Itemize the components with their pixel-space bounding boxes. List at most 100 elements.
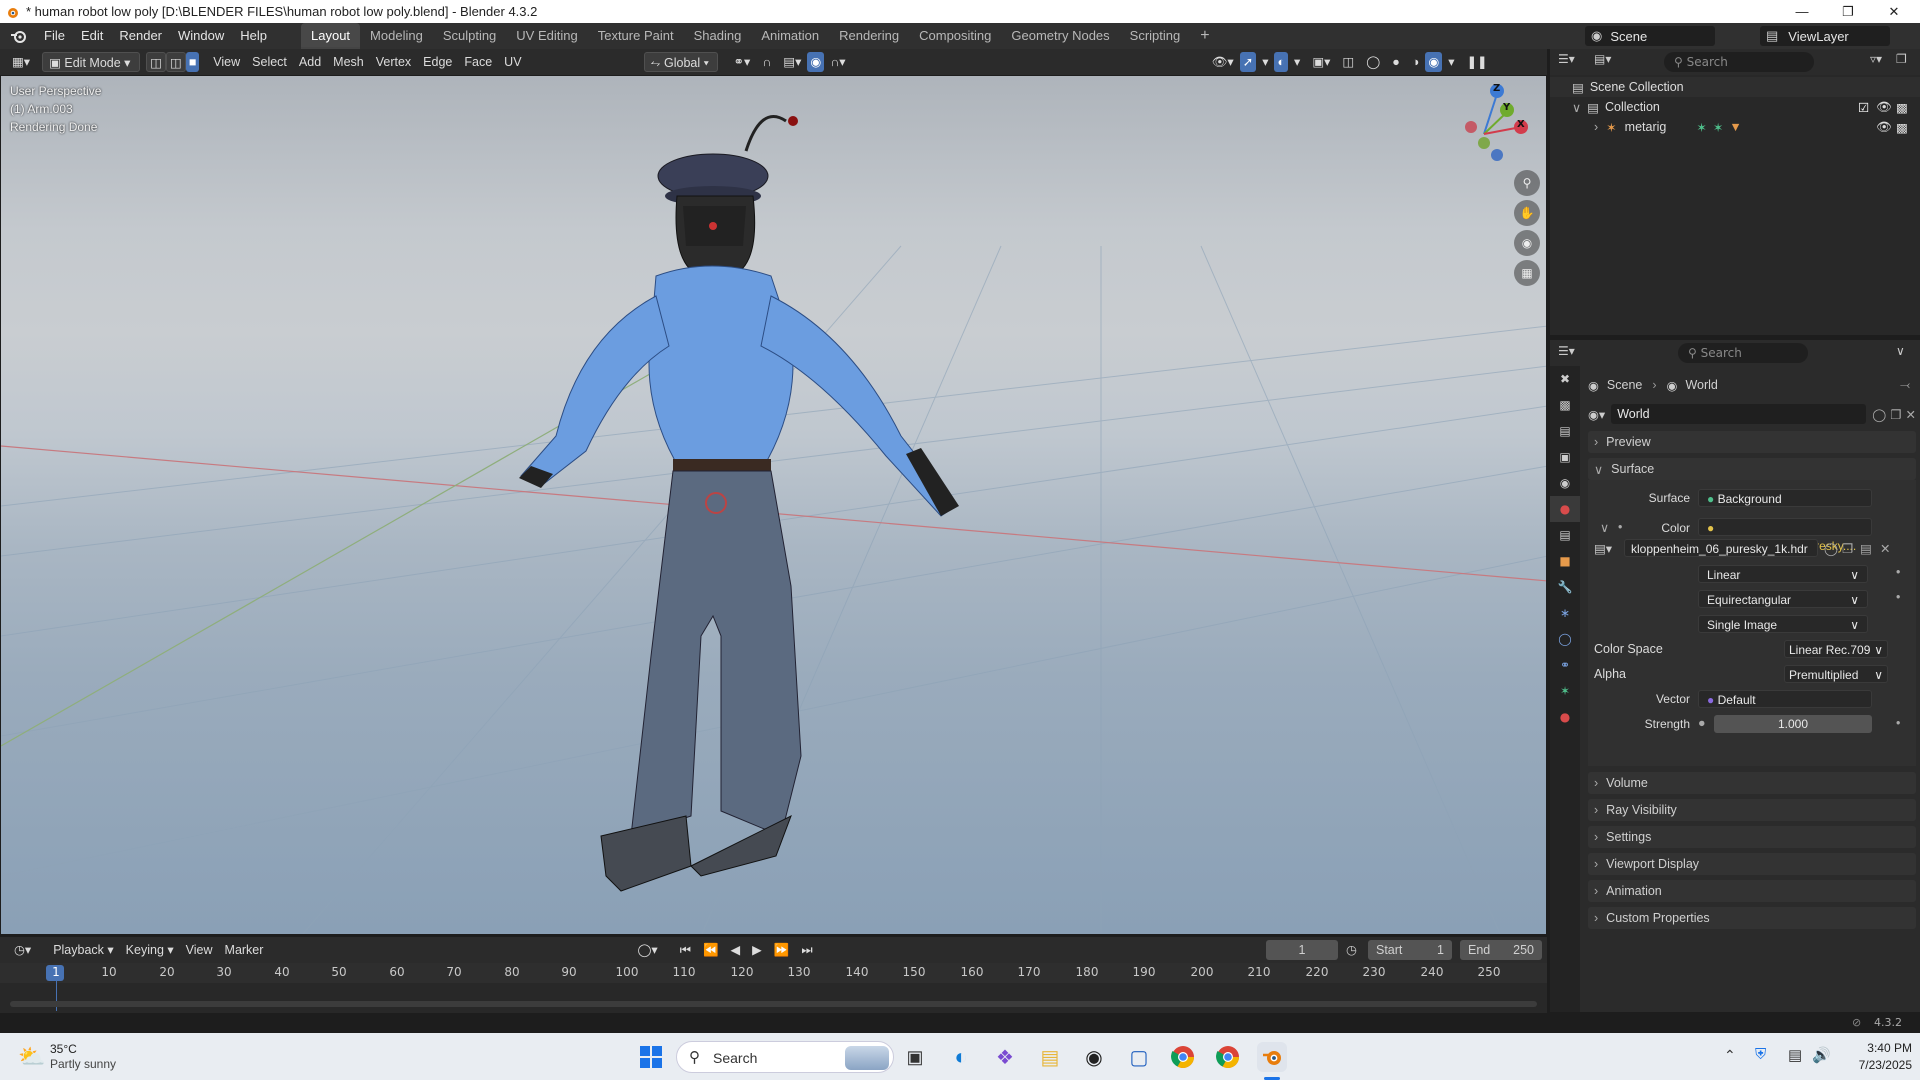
physics-tab-icon[interactable]: ◯ — [1550, 626, 1580, 652]
chrome-profile-icon[interactable] — [1213, 1042, 1243, 1072]
menu-window[interactable]: Window — [170, 23, 232, 49]
add-workspace-icon[interactable]: + — [1190, 23, 1219, 49]
proportional-edit-icon[interactable]: ◉ — [807, 52, 825, 72]
camera-icon[interactable]: ▩ — [1896, 120, 1908, 135]
transform-orientation[interactable]: ⥊ Global ▾ — [643, 52, 718, 72]
copilot-icon[interactable]: ❖ — [990, 1042, 1020, 1072]
close-button[interactable]: ✕ — [1871, 0, 1917, 23]
scene-selector[interactable]: ◉ Scene — [1585, 26, 1715, 46]
panel-surface[interactable]: ∨ Surface — [1588, 458, 1916, 480]
weather-temp[interactable]: 35°C — [50, 1042, 77, 1056]
object-tab-icon[interactable]: ■ — [1550, 548, 1580, 574]
chevron-down-icon[interactable]: ∨ — [1896, 344, 1905, 358]
tab-animation[interactable]: Animation — [751, 23, 829, 49]
maximize-button[interactable]: ❐ — [1825, 0, 1871, 23]
duplicate-icon[interactable]: ❐ — [1842, 541, 1853, 556]
jump-end-icon[interactable]: ⏭ — [795, 940, 818, 960]
alpha-dropdown[interactable]: Premultiplied ∨ — [1784, 665, 1888, 683]
pause-render-icon[interactable]: ❚❚ — [1461, 52, 1494, 72]
mesh-overlay-icon[interactable]: ▣▾ — [1306, 52, 1336, 72]
panel-viewport-display[interactable]: › Viewport Display — [1588, 853, 1916, 875]
snap-target-icon[interactable]: ▤▾ — [777, 52, 807, 72]
3d-viewport[interactable]: User Perspective (1) Arm.003 Rendering D… — [0, 75, 1547, 935]
menu-add[interactable]: Add — [293, 52, 327, 72]
tab-geometry-nodes[interactable]: Geometry Nodes — [1001, 23, 1119, 49]
editor-type-icon[interactable]: ▦▾ — [6, 52, 36, 72]
outliner-editor-icon[interactable]: ☰▾ — [1558, 52, 1575, 66]
gizmo-toggle-icon[interactable]: ➚ — [1239, 52, 1257, 72]
outliner-row-metarig[interactable]: › ✶ metarig ✶ ✶ ▼ 👁 ▩ — [1550, 117, 1920, 137]
menu-mesh[interactable]: Mesh — [327, 52, 370, 72]
tool-tab-icon[interactable]: ✖ — [1550, 366, 1580, 392]
display-mode-icon[interactable]: ▤▾ — [1594, 52, 1611, 66]
panel-preview[interactable]: › Preview — [1588, 431, 1916, 453]
chevron-up-icon[interactable]: ⌃ — [1724, 1047, 1736, 1064]
end-frame-field[interactable]: End 250 — [1460, 940, 1542, 960]
menu-file[interactable]: File — [36, 23, 73, 49]
snap-icon[interactable]: ∩ — [756, 52, 777, 72]
tab-sculpting[interactable]: Sculpting — [433, 23, 506, 49]
falloff-icon[interactable]: ∩▾ — [824, 52, 851, 72]
ortho-grid-icon[interactable]: ▦ — [1514, 260, 1540, 286]
timeline-editor-icon[interactable]: ◷▾ — [8, 940, 37, 960]
panel-custom-properties[interactable]: › Custom Properties — [1588, 907, 1916, 929]
color-field[interactable]: ● kloppenheim_06_puresky.... — [1698, 518, 1872, 553]
constraints-tab-icon[interactable]: ⚭ — [1550, 652, 1580, 678]
world-tab-icon[interactable]: ● — [1550, 496, 1580, 522]
next-keyframe-icon[interactable]: ⏩ — [768, 940, 796, 960]
menu-view[interactable]: View — [207, 52, 246, 72]
tab-layout[interactable]: Layout — [301, 23, 361, 49]
unlink-icon[interactable]: ✕ — [1880, 541, 1890, 556]
security-shield-icon[interactable]: ⛨ — [1755, 1046, 1766, 1063]
menu-face[interactable]: Face — [458, 52, 498, 72]
new-collection-icon[interactable]: ❐ — [1896, 52, 1907, 66]
outliner-row-scene-collection[interactable]: ▤ Scene Collection — [1550, 77, 1920, 97]
tab-compositing[interactable]: Compositing — [909, 23, 1001, 49]
chevron-right-icon[interactable]: › — [1594, 120, 1598, 134]
auto-key-icon[interactable]: ◯▾ — [631, 940, 663, 960]
wireframe-shading-icon[interactable]: ◯ — [1360, 52, 1386, 72]
camera-icon[interactable]: ▩ — [1896, 100, 1908, 115]
image-browse-icon[interactable]: ▤▾ — [1594, 541, 1612, 556]
outliner-row-collection[interactable]: ∨ ▤ Collection ☑ 👁 ▩ — [1550, 97, 1920, 117]
overlay-menu-icon[interactable]: ▾ — [1288, 52, 1306, 72]
taskbar-search[interactable]: ⚲ Search — [676, 1041, 894, 1073]
breadcrumb-world[interactable]: World — [1685, 378, 1717, 392]
tab-shading[interactable]: Shading — [684, 23, 752, 49]
clock-icon[interactable]: ◷ — [1346, 942, 1357, 957]
pivot-icon[interactable]: ⚭▾ — [728, 52, 757, 72]
chrome-icon[interactable] — [1168, 1042, 1198, 1072]
tab-rendering[interactable]: Rendering — [829, 23, 909, 49]
gizmo-menu-icon[interactable]: ▾ — [1256, 52, 1274, 72]
eye-icon[interactable]: 👁 — [1876, 120, 1892, 135]
pan-hand-icon[interactable]: ✋ — [1514, 200, 1540, 226]
menu-uv[interactable]: UV — [498, 52, 527, 72]
camera-view-icon[interactable]: ◉ — [1514, 230, 1540, 256]
jump-start-icon[interactable]: ⏮ — [674, 940, 697, 960]
blender-menu-icon[interactable] — [0, 29, 36, 43]
properties-search[interactable]: ⚲ Search — [1678, 343, 1808, 363]
color-space-dropdown[interactable]: Linear Rec.709 ∨ — [1784, 640, 1888, 658]
tab-scripting[interactable]: Scripting — [1120, 23, 1191, 49]
material-shading-icon[interactable]: ◑ — [1406, 52, 1426, 72]
rendered-shading-icon[interactable]: ◉ — [1425, 52, 1443, 72]
edge-select-icon[interactable]: ◫ — [165, 52, 186, 72]
open-folder-icon[interactable]: ▤ — [1860, 541, 1872, 556]
particles-tab-icon[interactable]: ∗ — [1550, 600, 1580, 626]
outliner-search[interactable]: ⚲ Search — [1664, 52, 1814, 72]
menu-edge[interactable]: Edge — [417, 52, 458, 72]
unlink-icon[interactable]: ✕ — [1906, 407, 1916, 422]
solid-shading-icon[interactable]: ● — [1386, 52, 1406, 72]
scene-tab-icon[interactable]: ◉ — [1550, 470, 1580, 496]
zoom-icon[interactable]: ⚲ — [1514, 170, 1540, 196]
panel-volume[interactable]: › Volume — [1588, 772, 1916, 794]
minimize-button[interactable]: — — [1779, 0, 1825, 23]
data-tab-icon[interactable]: ✶ — [1550, 678, 1580, 704]
menu-render[interactable]: Render — [111, 23, 170, 49]
current-frame-field[interactable]: 1 — [1266, 940, 1338, 960]
view-layer-tab-icon[interactable]: ▣ — [1550, 444, 1580, 470]
fake-user-icon[interactable]: ◯ — [1872, 407, 1886, 422]
volume-icon[interactable]: 🔊 — [1812, 1046, 1831, 1064]
filter-icon[interactable]: ▿▾ — [1870, 52, 1882, 66]
network-icon[interactable]: ▤ — [1788, 1046, 1802, 1064]
